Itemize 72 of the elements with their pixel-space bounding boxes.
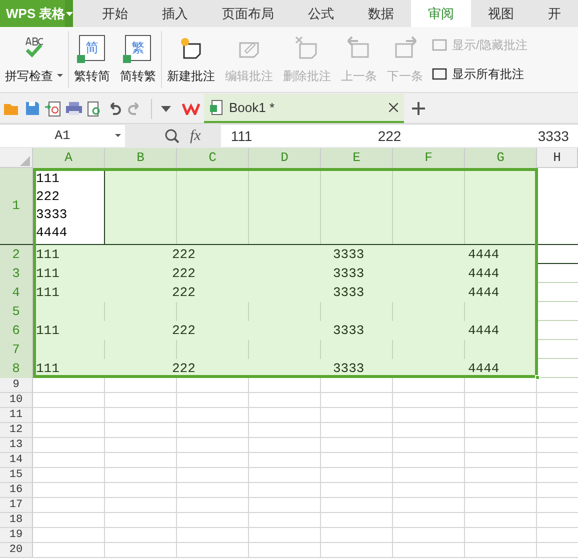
add-tab-icon[interactable] [412,102,425,115]
row-header[interactable]: 15 [0,468,33,482]
column-header[interactable]: H [537,148,578,168]
document-title: Book1 * [229,98,276,117]
wps-logo-icon[interactable] [182,102,200,114]
ribbon-button[interactable]: 新建批注 [162,27,220,92]
cell-text: 4444 [468,265,500,283]
cell-text: 4444 [468,322,500,340]
name-box[interactable]: A1 [0,125,125,147]
cell-text: 3333 [333,284,366,302]
menu-tab[interactable]: 数据 [351,0,411,27]
row-header[interactable]: 20 [0,543,33,557]
table-cell: 111 [33,321,105,340]
row-header[interactable]: 9 [0,378,33,392]
cell-text: 222 [172,360,196,378]
cell-text: 222 [172,322,196,340]
comment-icon [432,38,448,52]
caret-icon [66,12,73,16]
row-header[interactable]: 12 [0,423,33,437]
comment-icon [346,34,372,60]
fill-handle[interactable] [535,375,540,380]
row-header[interactable]: 19 [0,528,33,542]
print-icon[interactable] [66,101,82,116]
menu-tab[interactable]: 开 [531,0,578,27]
character-convert-icon: 繁 [125,34,151,60]
caret-icon [57,74,63,77]
cell-text: 222 [172,246,196,264]
ribbon-button[interactable]: 拼写检查 [0,27,68,92]
row-header[interactable]: 17 [0,498,33,512]
table-cell: 111 [33,264,105,284]
character-convert-icon: 简 [79,34,105,60]
row-header[interactable]: 13 [0,438,33,452]
cell-text: 4444 [468,246,500,264]
formula-field[interactable]: 111 222 3333 [220,125,578,147]
export-pdf-icon[interactable] [45,100,61,116]
menu-tab[interactable]: 公式 [291,0,351,27]
app-menu-dropdown[interactable] [65,0,73,27]
table-cell: 111 [33,245,105,264]
cell-text: 222 [172,265,196,283]
ribbon-button[interactable]: 简 繁转简 [69,27,115,92]
row-header[interactable]: 11 [0,408,33,422]
close-icon[interactable] [389,103,398,112]
ribbon-small-button[interactable]: 显示所有批注 [432,64,528,83]
cell-text: 222 [172,284,196,302]
folder-icon[interactable] [4,102,20,116]
menu-tab[interactable]: 视图 [471,0,531,27]
ribbon-button[interactable]: 繁 简转繁 [115,27,161,92]
print-preview-icon[interactable] [87,100,102,116]
row-header[interactable]: 16 [0,483,33,497]
row-header[interactable]: 14 [0,453,33,467]
menu-tab[interactable]: 开始 [85,0,145,27]
menu-tab[interactable]: 插入 [145,0,205,27]
caret-icon[interactable] [161,106,171,112]
caret-icon [115,134,121,137]
cell-text: 3333 [333,322,366,340]
document-tab[interactable]: Book1 * [204,94,404,123]
cell-text: 3333 [333,265,366,283]
cell-text: 3333 [333,246,366,264]
cell-text: 3333 [333,360,366,378]
save-icon[interactable] [25,101,40,116]
row-header[interactable]: 18 [0,513,33,527]
table-cell: 111 [33,283,105,302]
cell-text: 4444 [468,284,500,302]
function-button[interactable]: fx [190,124,201,148]
menu-tab[interactable]: 页面布局 [205,0,291,27]
row-header[interactable]: 10 [0,393,33,407]
menu-tab[interactable]: 审阅 [411,0,471,27]
comment-icon [294,34,320,60]
comment-icon [432,66,448,81]
cell-text: 4444 [468,360,500,378]
zoom-icon[interactable] [165,129,179,143]
spreadsheet-file-icon [210,100,223,115]
